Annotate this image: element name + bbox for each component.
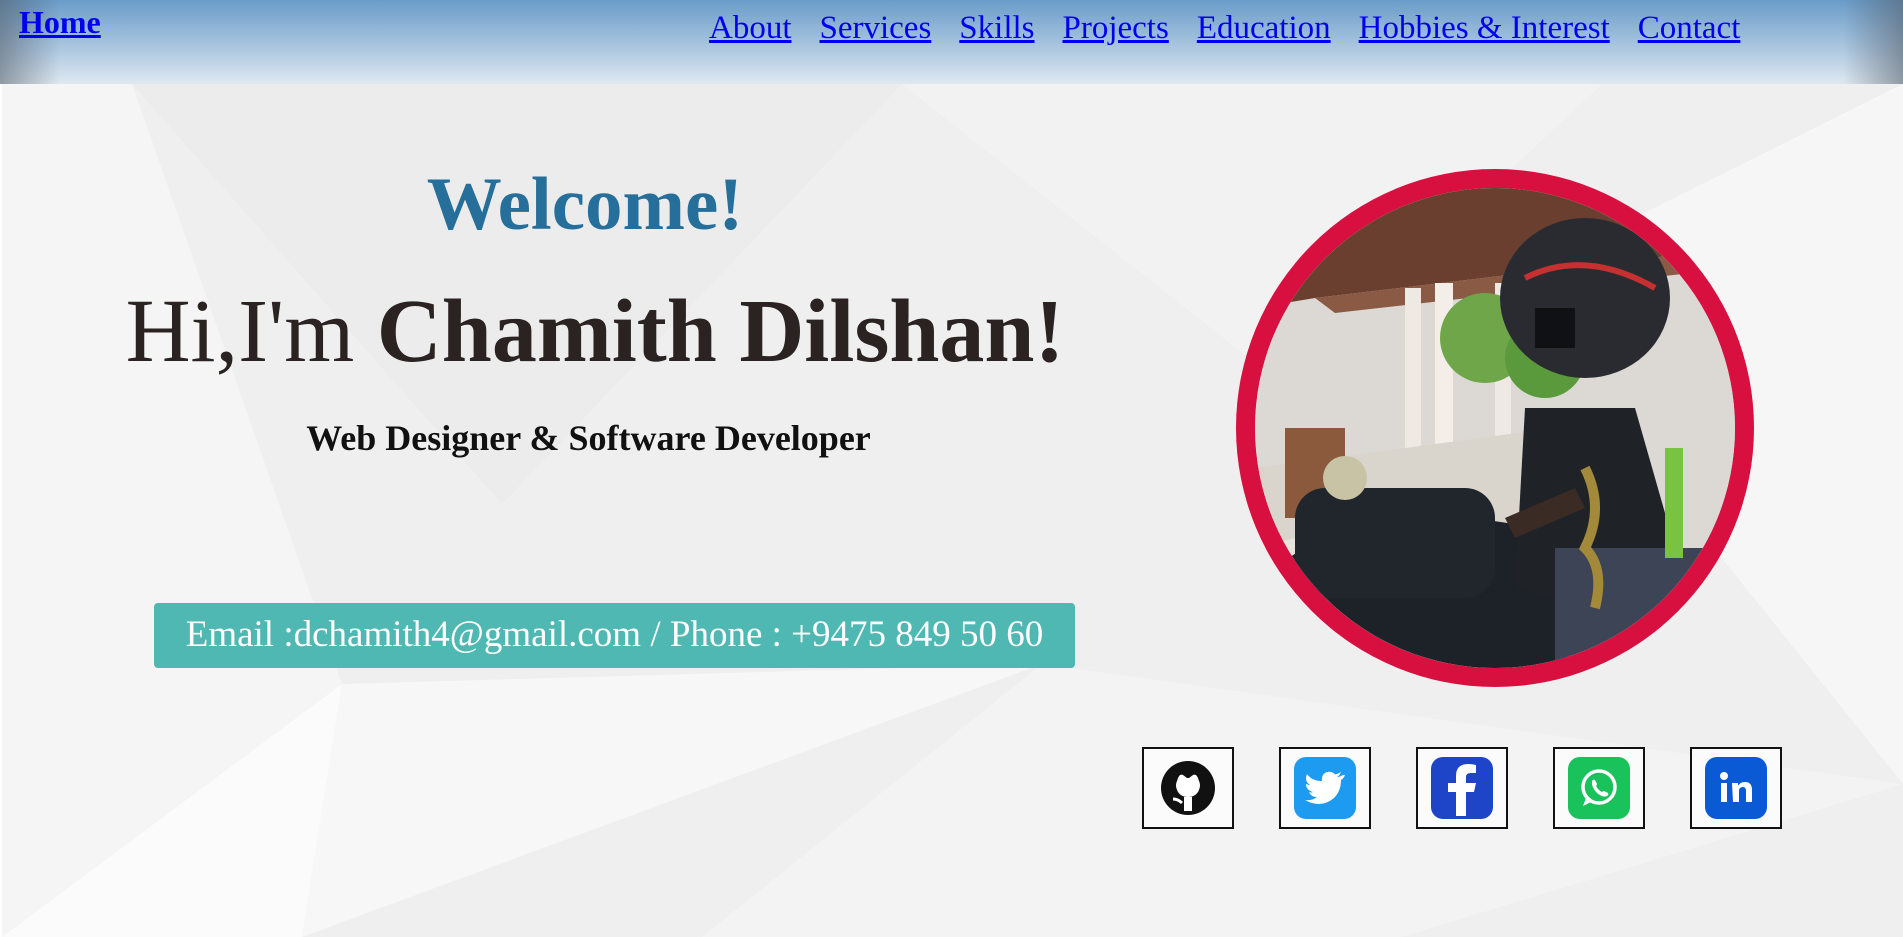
nav-about-link[interactable]: About <box>709 10 792 47</box>
facebook-link[interactable] <box>1416 747 1508 829</box>
top-navigation-bar: Home About Services Skills Projects Educ… <box>0 0 1903 84</box>
profile-photo-frame <box>1236 169 1754 687</box>
greeting-prefix: Hi,I'm <box>125 282 355 381</box>
nav-skills-link[interactable]: Skills <box>959 10 1034 47</box>
linkedin-link[interactable] <box>1690 747 1782 829</box>
main-nav: About Services Skills Projects Education… <box>709 10 1740 47</box>
contact-info-badge: Email :dchamith4@gmail.com / Phone : +94… <box>154 603 1075 668</box>
github-link[interactable] <box>1142 747 1234 829</box>
nav-home-link[interactable]: Home <box>19 4 101 41</box>
nav-services-link[interactable]: Services <box>820 10 932 47</box>
role-subtitle: Web Designer & Software Developer <box>306 418 871 458</box>
twitter-icon <box>1294 757 1356 819</box>
whatsapp-link[interactable] <box>1553 747 1645 829</box>
nav-projects-link[interactable]: Projects <box>1063 10 1169 47</box>
whatsapp-icon <box>1568 757 1630 819</box>
welcome-heading: Welcome! <box>426 163 744 246</box>
nav-education-link[interactable]: Education <box>1197 10 1331 47</box>
facebook-icon <box>1431 757 1493 819</box>
nav-contact-link[interactable]: Contact <box>1638 10 1741 47</box>
profile-photo <box>1255 188 1735 668</box>
nav-hobbies-link[interactable]: Hobbies & Interest <box>1359 10 1610 47</box>
linkedin-icon <box>1705 757 1767 819</box>
github-icon <box>1157 757 1219 819</box>
greeting-heading: Hi,I'm Chamith Dilshan! <box>0 280 1190 383</box>
twitter-link[interactable] <box>1279 747 1371 829</box>
person-name: Chamith Dilshan! <box>376 282 1065 381</box>
